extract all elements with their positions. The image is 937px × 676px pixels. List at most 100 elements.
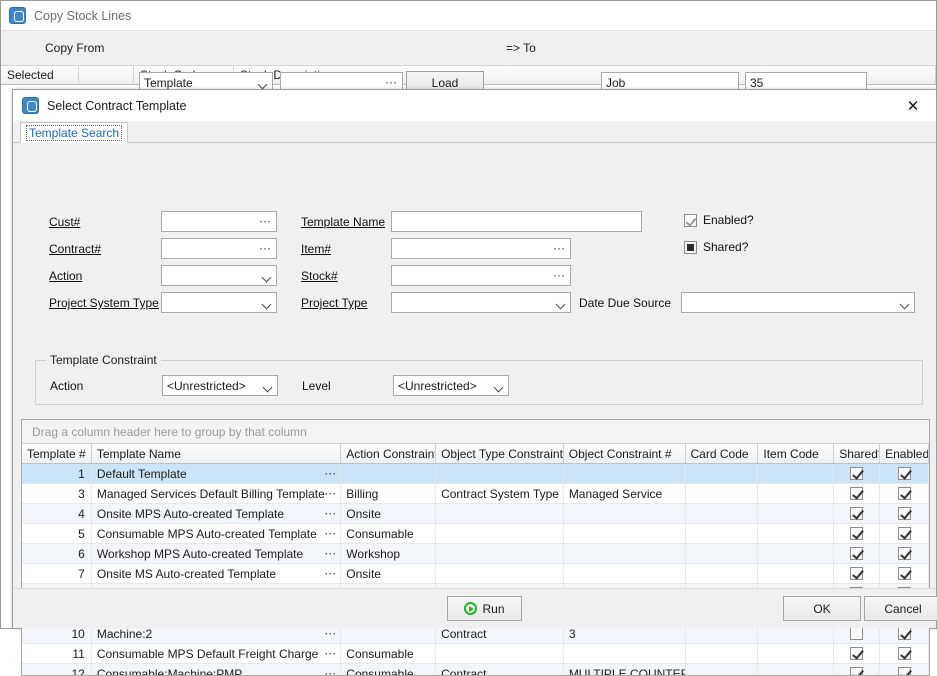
contract-number-label[interactable]: Contract#	[49, 242, 101, 256]
cell-object-constraint-number: Managed Service	[564, 484, 686, 503]
table-row[interactable]: 4Onsite MPS Auto-created TemplateOnsite	[22, 504, 929, 524]
checkbox-checked-icon	[898, 667, 911, 675]
cell-shared-checkbox[interactable]	[834, 504, 880, 523]
column-header-item-code[interactable]: Item Code	[758, 444, 834, 463]
date-due-source-select[interactable]	[681, 292, 915, 313]
run-button[interactable]: Run	[447, 596, 522, 621]
checkbox-checked-icon	[898, 507, 911, 520]
project-system-type-select[interactable]	[161, 292, 277, 313]
project-system-type-label[interactable]: Project System Type	[49, 296, 159, 310]
cell-shared-checkbox[interactable]	[834, 484, 880, 503]
shared-checkbox-row[interactable]: Shared?	[684, 240, 748, 254]
action-label[interactable]: Action	[49, 269, 82, 283]
action-select[interactable]	[161, 265, 277, 286]
cell-action-constraint: Workshop	[341, 544, 436, 563]
cell-template-number: 7	[22, 564, 92, 583]
cell-template-number: 12	[22, 664, 92, 675]
cell-template-name: Managed Services Default Billing Templat…	[92, 484, 341, 503]
cell-object-type-constraint	[436, 544, 564, 563]
cell-item-code	[758, 564, 834, 583]
constraint-level-select[interactable]: <Unrestricted>	[393, 375, 509, 396]
cell-enabled-checkbox[interactable]	[880, 504, 929, 523]
ok-button[interactable]: OK	[783, 596, 861, 621]
checkbox-checked-icon	[850, 567, 863, 580]
cell-shared-checkbox[interactable]	[834, 664, 880, 675]
outer-window-titlebar: Copy Stock Lines	[1, 1, 936, 31]
column-header-blank[interactable]	[79, 65, 134, 85]
cell-enabled-checkbox[interactable]	[880, 464, 929, 483]
column-header-template-number[interactable]: Template #	[22, 444, 92, 463]
cell-card-code	[686, 524, 759, 543]
item-number-label[interactable]: Item#	[301, 242, 331, 256]
shared-checkbox[interactable]	[684, 241, 697, 254]
cell-enabled-checkbox[interactable]	[880, 644, 929, 663]
template-search-form: Cust# Contract# Action Project System Ty…	[13, 143, 936, 315]
cell-card-code	[686, 644, 759, 663]
cell-card-code	[686, 504, 759, 523]
cell-card-code	[686, 564, 759, 583]
project-type-select[interactable]	[391, 292, 571, 313]
app-icon	[9, 7, 26, 24]
checkbox-checked-icon	[898, 567, 911, 580]
constraint-action-select[interactable]: <Unrestricted>	[162, 375, 278, 396]
cancel-button[interactable]: Cancel	[864, 596, 937, 621]
cell-shared-checkbox[interactable]	[834, 524, 880, 543]
contract-number-input[interactable]	[161, 238, 277, 259]
checkbox-checked-icon	[850, 647, 863, 660]
table-row[interactable]: 7Onsite MS Auto-created TemplateOnsite	[22, 564, 929, 584]
checkbox-checked-icon	[898, 467, 911, 480]
cell-template-name: Onsite MPS Auto-created Template	[92, 504, 341, 523]
column-header-object-type-constraint[interactable]: Object Type Constraint	[436, 444, 564, 463]
cust-number-input[interactable]	[161, 211, 277, 232]
cust-number-label[interactable]: Cust#	[49, 215, 80, 229]
checkbox-checked-icon	[898, 487, 911, 500]
cell-template-number: 3	[22, 484, 92, 503]
play-icon	[464, 602, 477, 615]
template-name-label[interactable]: Template Name	[301, 215, 385, 229]
cell-template-name: Consumable:Machine:PMP	[92, 664, 341, 675]
stock-number-input[interactable]	[391, 265, 571, 286]
group-by-panel[interactable]: Drag a column header here to group by th…	[22, 420, 929, 444]
cell-shared-checkbox[interactable]	[834, 644, 880, 663]
column-header-shared[interactable]: Shared?	[834, 444, 880, 463]
dialog-title: Select Contract Template	[47, 99, 186, 113]
stock-number-label[interactable]: Stock#	[301, 269, 338, 283]
table-row[interactable]: 11Consumable MPS Default Freight ChargeC…	[22, 644, 929, 664]
column-header-template-name[interactable]: Template Name	[92, 444, 341, 463]
table-row[interactable]: 6Workshop MPS Auto-created TemplateWorks…	[22, 544, 929, 564]
table-row[interactable]: 3Managed Services Default Billing Templa…	[22, 484, 929, 504]
column-header-action-constraint[interactable]: Action Constraint	[341, 444, 436, 463]
enabled-checkbox-row[interactable]: Enabled?	[684, 213, 754, 227]
cell-shared-checkbox[interactable]	[834, 564, 880, 583]
checkbox-checked-icon	[898, 527, 911, 540]
column-header-enabled[interactable]: Enabled ?	[880, 444, 929, 463]
cell-shared-checkbox[interactable]	[834, 544, 880, 563]
column-header-selected[interactable]: Selected	[1, 65, 79, 85]
enabled-checkbox[interactable]	[684, 214, 697, 227]
cell-template-name: Workshop MPS Auto-created Template	[92, 544, 341, 563]
cell-shared-checkbox[interactable]	[834, 464, 880, 483]
table-row[interactable]: 5Consumable MPS Auto-created TemplateCon…	[22, 524, 929, 544]
column-header-card-code[interactable]: Card Code	[686, 444, 759, 463]
cell-object-constraint-number	[564, 644, 686, 663]
column-header-object-constraint-number[interactable]: Object Constraint #	[564, 444, 686, 463]
copy-from-toolbar: Copy From Template Load => To Job 35	[1, 31, 936, 65]
cell-enabled-checkbox[interactable]	[880, 524, 929, 543]
template-name-input[interactable]	[391, 211, 642, 232]
cell-enabled-checkbox[interactable]	[880, 564, 929, 583]
project-type-label[interactable]: Project Type	[301, 296, 367, 310]
tab-template-search[interactable]: Template Search	[20, 122, 128, 143]
checkbox-checked-icon	[850, 507, 863, 520]
template-constraint-group-title: Template Constraint	[46, 353, 161, 367]
table-row[interactable]: 12Consumable:Machine:PMPConsumableContra…	[22, 664, 929, 675]
cell-template-number: 5	[22, 524, 92, 543]
cell-enabled-checkbox[interactable]	[880, 484, 929, 503]
cell-enabled-checkbox[interactable]	[880, 544, 929, 563]
cell-template-name: Onsite MS Auto-created Template	[92, 564, 341, 583]
cell-object-constraint-number: MULTIPLE COUNTERS	[564, 664, 686, 675]
close-icon[interactable]: ✕	[890, 90, 936, 121]
cell-enabled-checkbox[interactable]	[880, 664, 929, 675]
item-number-input[interactable]	[391, 238, 571, 259]
cell-template-name: Consumable MPS Auto-created Template	[92, 524, 341, 543]
table-row[interactable]: 1Default Template	[22, 464, 929, 484]
